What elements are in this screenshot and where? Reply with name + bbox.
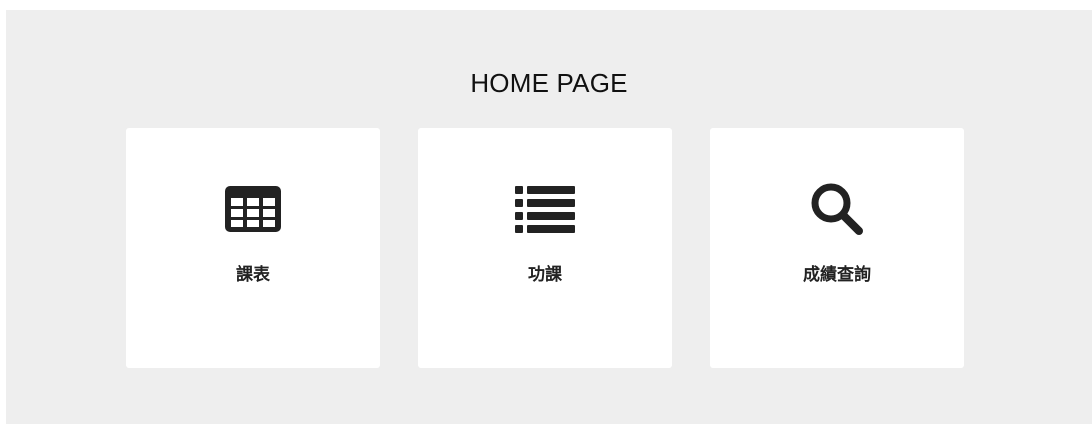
- list-icon: [418, 184, 672, 234]
- homework-card[interactable]: 功課: [418, 128, 672, 368]
- timetable-card-label: 課表: [236, 265, 270, 285]
- grade-inquiry-card[interactable]: 成績查詢: [710, 128, 964, 368]
- page-title: HOME PAGE: [470, 68, 628, 98]
- homework-card-label: 功課: [528, 265, 562, 285]
- home-page-panel: HOME PAGE 課表 功課 成績查詢: [6, 10, 1092, 424]
- grade-inquiry-card-label: 成績查詢: [803, 265, 871, 285]
- timetable-card[interactable]: 課表: [126, 128, 380, 368]
- table-icon: [126, 184, 380, 234]
- search-icon: [710, 183, 964, 235]
